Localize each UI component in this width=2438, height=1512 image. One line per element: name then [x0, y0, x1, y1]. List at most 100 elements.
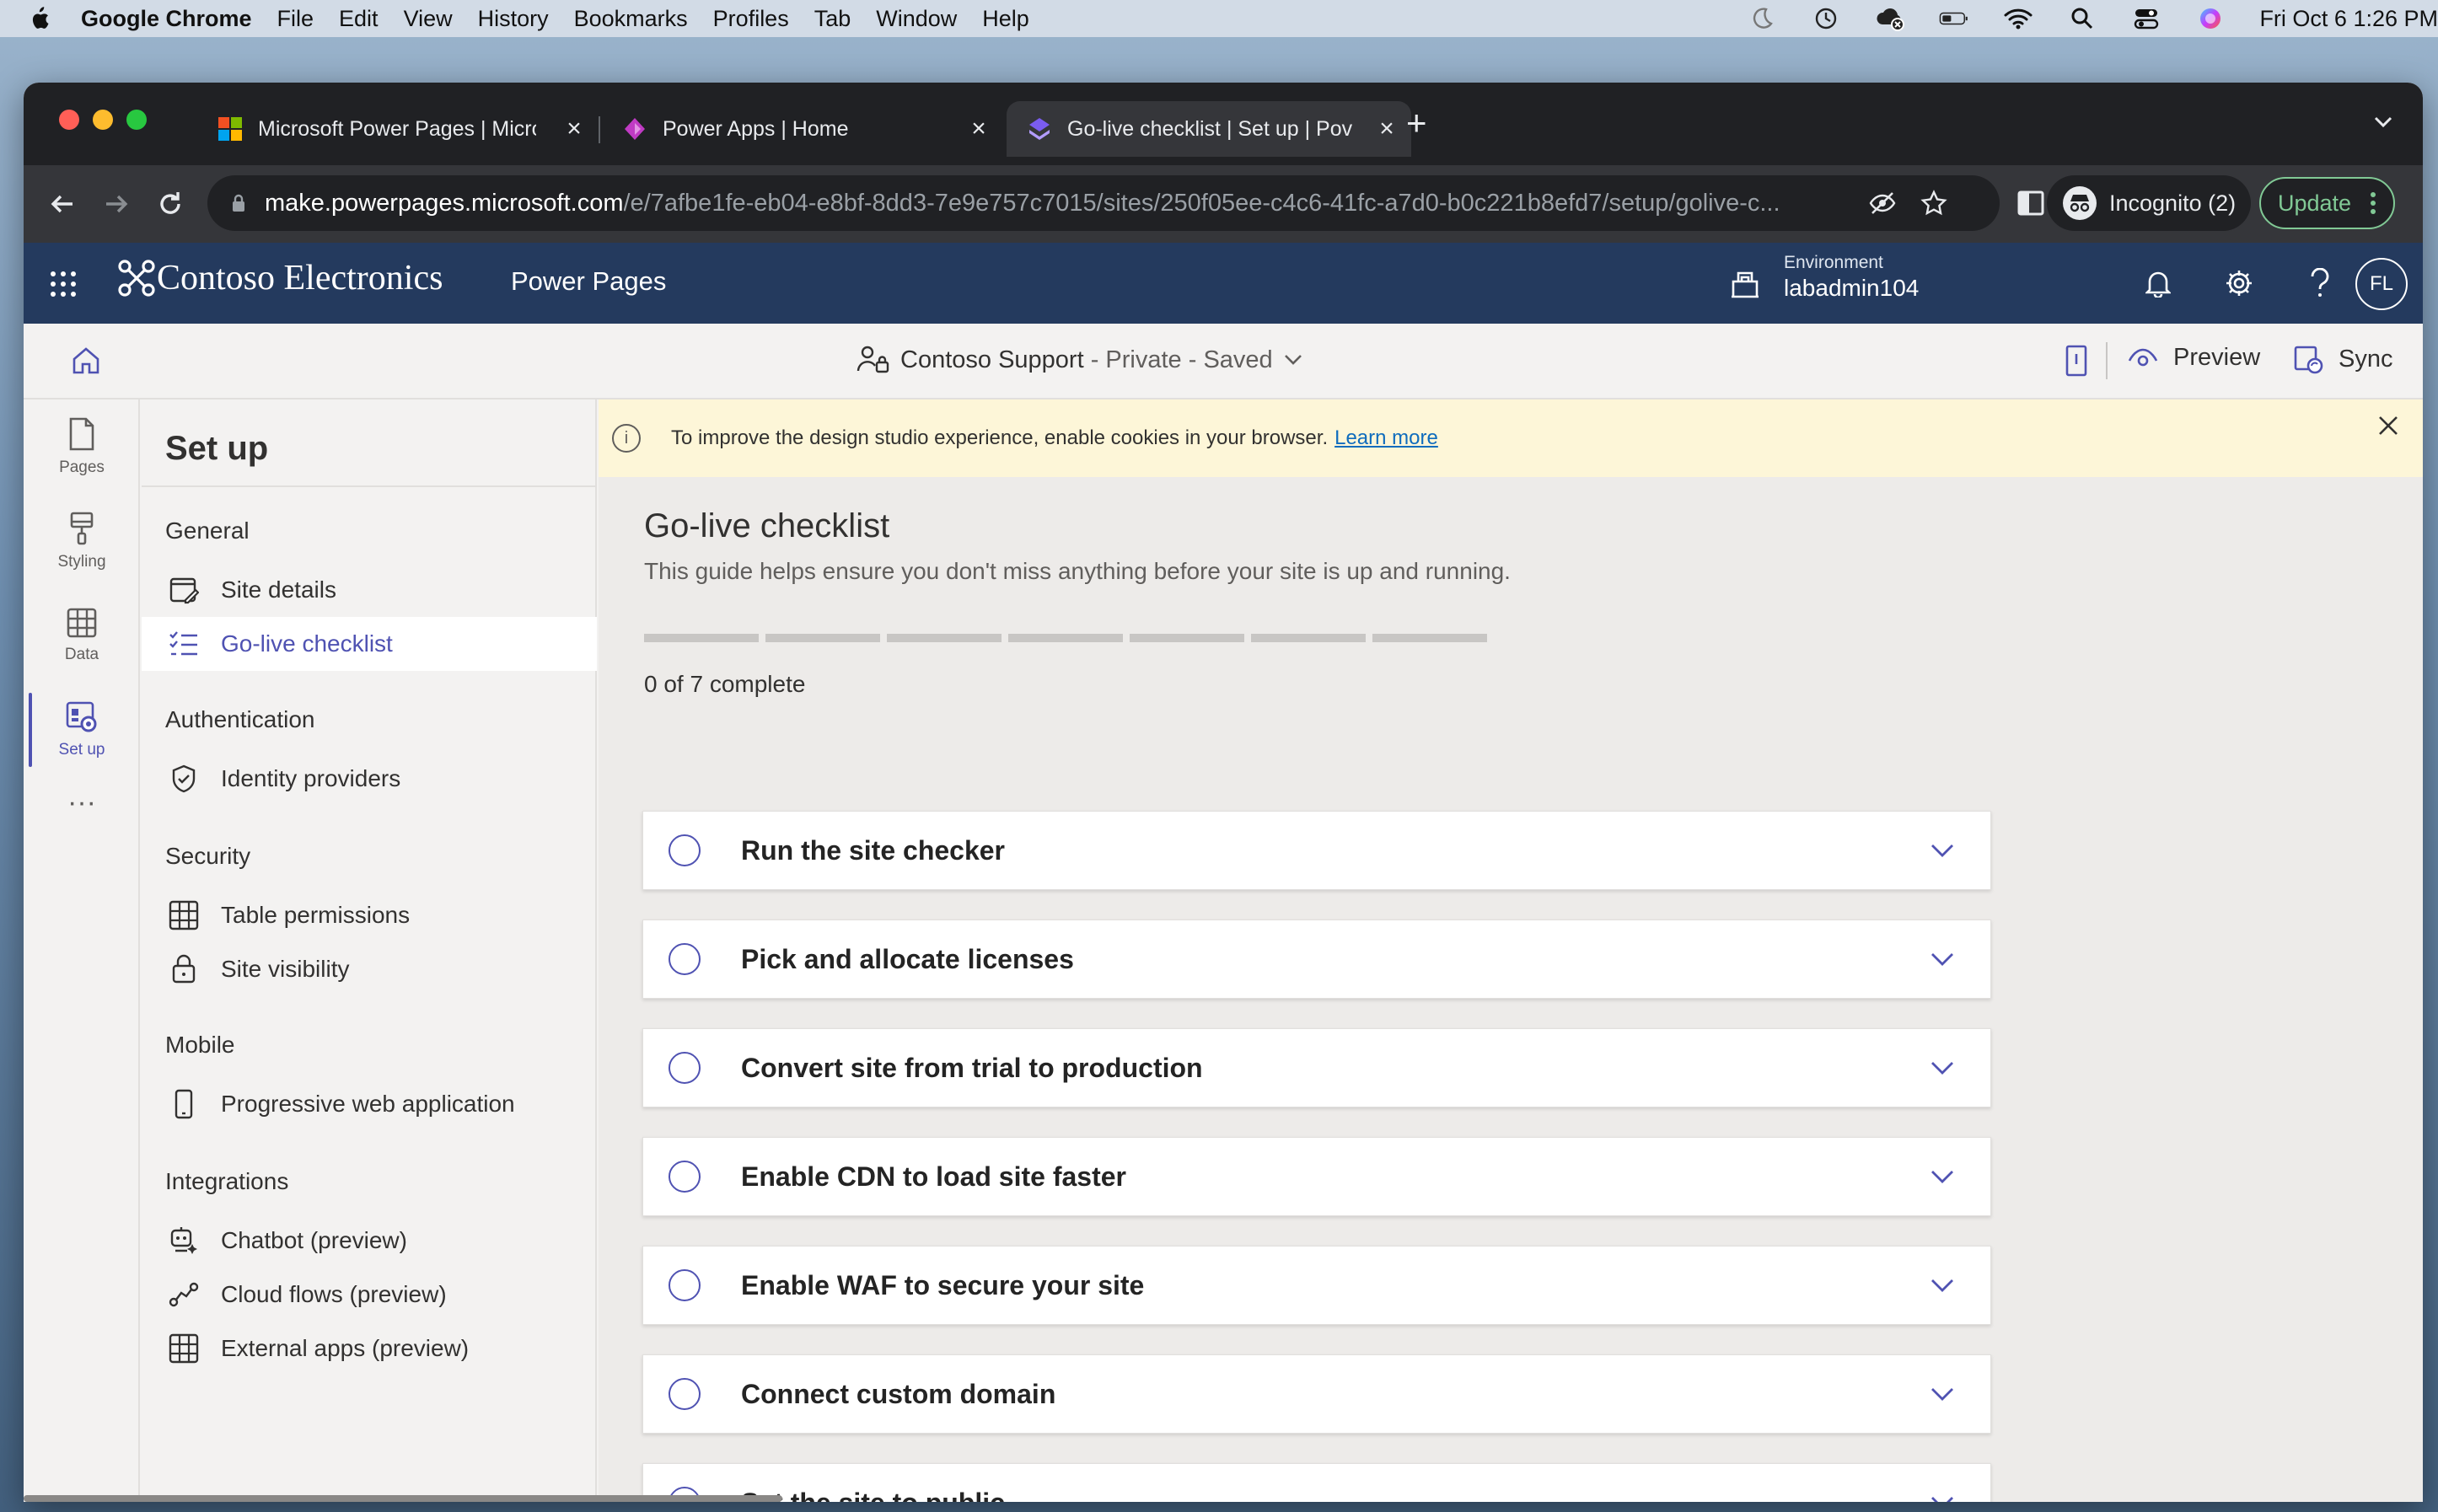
close-tab-icon[interactable]: × — [1374, 115, 1399, 143]
incognito-icon — [2063, 186, 2097, 220]
rail-item-setup[interactable]: Set up — [24, 683, 140, 777]
new-tab-button[interactable]: + — [1406, 103, 1427, 143]
close-tab-icon[interactable]: × — [561, 115, 587, 143]
nav-golive-checklist[interactable]: Go-live checklist — [142, 617, 597, 671]
more-ellipsis-icon[interactable]: ··· — [24, 777, 140, 828]
progress-segment — [1130, 634, 1244, 642]
close-window-button[interactable] — [59, 110, 79, 130]
chevron-down-icon[interactable] — [1928, 945, 1957, 973]
nav-site-visibility[interactable]: Site visibility — [142, 942, 597, 996]
cloud-sync-icon[interactable] — [1875, 7, 1905, 31]
horizontal-scrollbar[interactable] — [24, 1495, 782, 1502]
side-panel-icon[interactable] — [2016, 189, 2045, 217]
preview-button[interactable]: Preview — [2128, 344, 2260, 372]
control-center-icon[interactable] — [2131, 7, 2161, 30]
tracking-eye-slash-icon[interactable] — [1868, 190, 1897, 216]
checklist-item[interactable]: Enable CDN to load site faster — [642, 1137, 1991, 1216]
bookmark-star-icon[interactable] — [1920, 190, 1947, 217]
home-icon[interactable] — [71, 346, 101, 376]
chevron-down-icon[interactable] — [1928, 1488, 1957, 1502]
lock-icon[interactable] — [231, 193, 246, 213]
menu-bookmarks[interactable]: Bookmarks — [574, 6, 688, 32]
rail-item-pages[interactable]: Pages — [24, 399, 140, 494]
checklist-item[interactable]: Connect custom domain — [642, 1354, 1991, 1434]
zoom-window-button[interactable] — [126, 110, 147, 130]
menu-window[interactable]: Window — [876, 6, 957, 32]
menu-tab[interactable]: Tab — [814, 6, 851, 32]
tab-golive-active[interactable]: Go-live checklist | Set up | Pov × — [1007, 101, 1411, 157]
environment-value[interactable]: labadmin104 — [1784, 275, 1919, 302]
checklist-item[interactable]: Set the site to public — [642, 1463, 1991, 1502]
help-question-icon[interactable] — [2300, 263, 2340, 303]
menu-help[interactable]: Help — [982, 6, 1029, 32]
menu-app-name[interactable]: Google Chrome — [81, 6, 252, 32]
nav-progressive-web-app[interactable]: Progressive web application — [142, 1077, 597, 1131]
settings-gear-icon[interactable] — [2219, 263, 2259, 303]
learn-more-link[interactable]: Learn more — [1334, 426, 1438, 450]
tab-strip: Microsoft Power Pages | Micro × Power Ap… — [24, 83, 2423, 165]
group-authentication: Authentication — [165, 706, 315, 732]
nav-chatbot[interactable]: Chatbot (preview) — [142, 1214, 597, 1268]
siri-icon[interactable] — [2195, 7, 2226, 30]
site-switcher[interactable]: Contoso Support - Private - Saved — [857, 344, 1303, 376]
menu-clock[interactable]: Fri Oct 6 1:26 PM — [2259, 6, 2438, 32]
reload-icon[interactable] — [153, 187, 187, 221]
menu-view[interactable]: View — [404, 6, 453, 32]
power-pages-header: Contoso Electronics Power Pages Environm… — [24, 243, 2423, 324]
tab-power-pages[interactable]: Microsoft Power Pages | Micro × — [197, 101, 599, 157]
chevron-down-icon[interactable] — [1928, 1054, 1957, 1082]
status-circle-icon[interactable] — [669, 1269, 701, 1301]
tab-power-apps[interactable]: Power Apps | Home × — [602, 101, 1003, 157]
nav-identity-providers[interactable]: Identity providers — [142, 752, 597, 806]
status-circle-icon[interactable] — [669, 1161, 701, 1193]
checklist-item[interactable]: Run the site checker — [642, 811, 1991, 890]
back-arrow-icon[interactable] — [46, 187, 79, 221]
status-circle-icon[interactable] — [669, 943, 701, 975]
time-machine-icon[interactable] — [1811, 7, 1841, 30]
menu-edit[interactable]: Edit — [339, 6, 379, 32]
menu-profiles[interactable]: Profiles — [713, 6, 789, 32]
sync-button[interactable]: Sync — [2293, 344, 2392, 374]
checklist-item[interactable]: Pick and allocate licenses — [642, 920, 1991, 999]
rail-item-styling[interactable]: Styling — [24, 494, 140, 588]
nav-external-apps[interactable]: External apps (preview) — [142, 1322, 597, 1375]
focus-moon-icon[interactable] — [1747, 7, 1777, 30]
menu-file[interactable]: File — [277, 6, 314, 32]
rail-item-data[interactable]: Data — [24, 588, 140, 683]
brand-logo[interactable]: Contoso Electronics — [116, 258, 443, 298]
wifi-icon[interactable] — [2003, 7, 2033, 30]
nav-site-details[interactable]: Site details — [142, 563, 597, 617]
spotlight-search-icon[interactable] — [2067, 7, 2097, 30]
forward-arrow-icon[interactable] — [99, 187, 133, 221]
group-general: General — [165, 517, 250, 544]
chevron-down-icon[interactable] — [1928, 1162, 1957, 1191]
product-title[interactable]: Power Pages — [511, 266, 666, 297]
app-launcher-waffle-icon[interactable] — [49, 270, 78, 298]
checklist-item[interactable]: Convert site from trial to production — [642, 1028, 1991, 1107]
user-avatar[interactable]: FL — [2355, 258, 2408, 310]
environment-icon[interactable] — [1730, 266, 1760, 300]
battery-icon[interactable] — [1939, 7, 1969, 30]
incognito-profile-button[interactable]: Incognito (2) — [2047, 175, 2252, 231]
nav-cloud-flows[interactable]: Cloud flows (preview) — [142, 1268, 597, 1322]
minimize-window-button[interactable] — [93, 110, 113, 130]
close-tab-icon[interactable]: × — [966, 115, 991, 143]
notifications-bell-icon[interactable] — [2138, 263, 2178, 303]
chevron-down-icon[interactable] — [1928, 1271, 1957, 1300]
address-bar[interactable]: make.powerpages.microsoft.com/e/7afbe1fe… — [207, 175, 2000, 231]
close-icon[interactable] — [2376, 413, 2401, 438]
menu-history[interactable]: History — [478, 6, 549, 32]
tab-search-chevron-icon[interactable] — [2372, 113, 2394, 130]
apple-icon[interactable] — [27, 6, 51, 31]
chevron-down-icon[interactable] — [1928, 836, 1957, 865]
chevron-down-icon[interactable] — [1928, 1380, 1957, 1408]
status-circle-icon[interactable] — [669, 1052, 701, 1084]
checklist-item[interactable]: Enable WAF to secure your site — [642, 1246, 1991, 1325]
status-circle-icon[interactable] — [669, 834, 701, 866]
status-circle-icon[interactable] — [669, 1378, 701, 1410]
nav-label: Site details — [221, 576, 336, 603]
nav-table-permissions[interactable]: Table permissions — [142, 888, 597, 942]
device-preview-icon[interactable] — [2064, 344, 2089, 378]
site-name: Contoso Support — [900, 346, 1084, 373]
update-button[interactable]: Update — [2259, 177, 2396, 229]
